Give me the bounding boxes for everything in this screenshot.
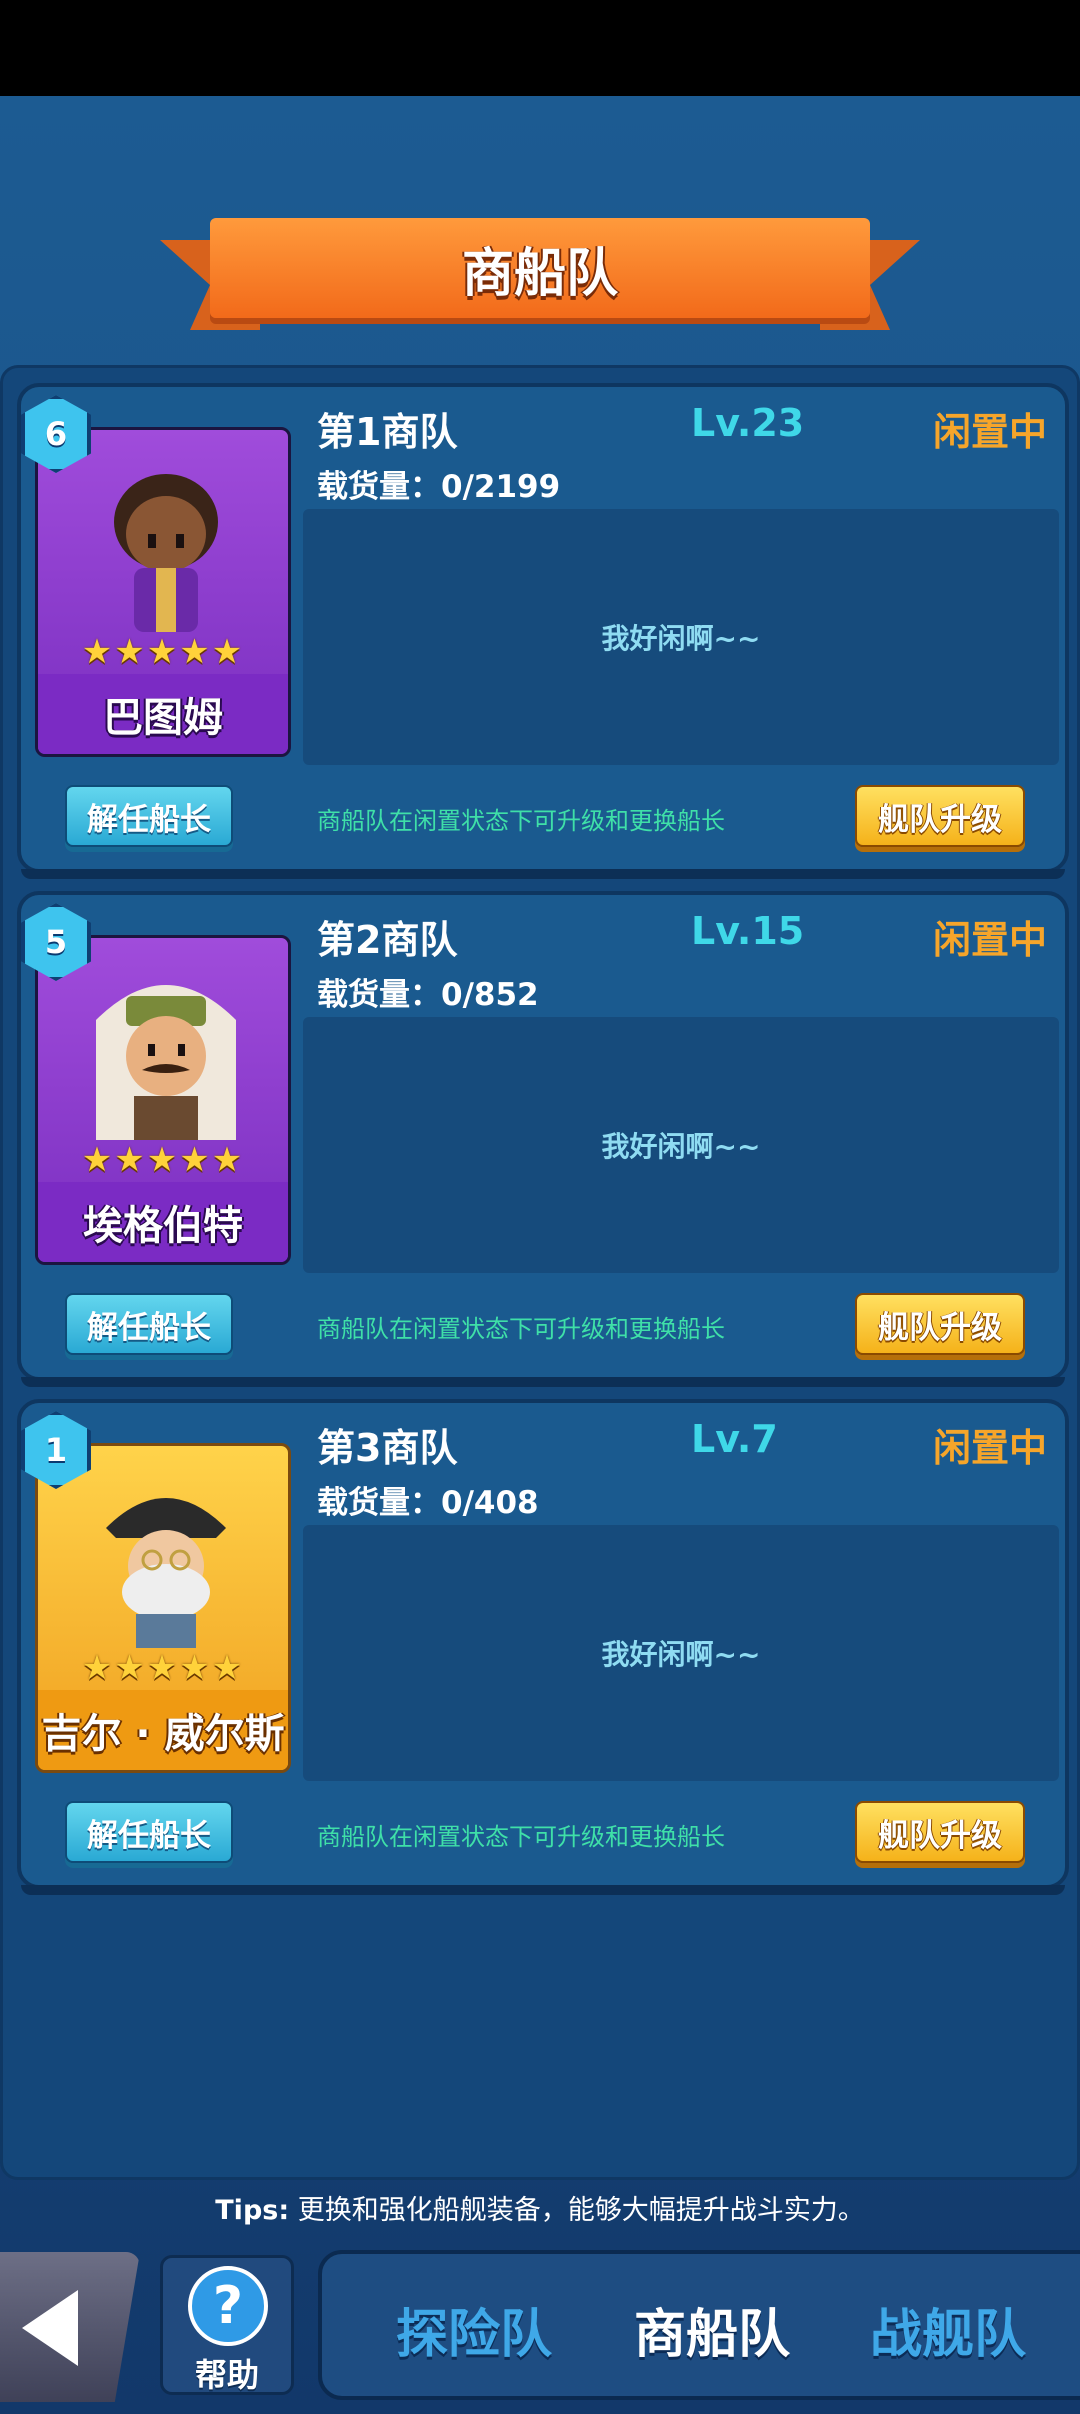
cargo-capacity: 载货量：0/408	[317, 1485, 539, 1521]
fleet-tab-bar: 探险队 商船队 战舰队	[318, 2250, 1080, 2400]
captain-avatar-icon	[96, 985, 236, 1140]
idle-message-box: 我好闲啊~~	[303, 509, 1059, 765]
captain-stars: ★★★★★	[81, 632, 245, 672]
fleet-hint: 商船队在闲置状态下可升级和更换船长	[317, 1315, 725, 1343]
fleet-card-3: ★★★★★ 吉尔 · 威尔斯 1 第3商队 Lv.7 闲置中 载货量：0/408…	[17, 1399, 1069, 1895]
fleet-card-2: ★★★★★ 埃格伯特 5 第2商队 Lv.15 闲置中 载货量：0/852 我好…	[17, 891, 1069, 1387]
idle-message-box: 我好闲啊~~	[303, 1017, 1059, 1273]
page-title: 商船队	[461, 243, 618, 304]
tips-text: 更换和强化船舰装备，能够大幅提升战斗实力。	[297, 2195, 865, 2226]
captain-name: 巴图姆	[38, 674, 288, 754]
captain-name: 埃格伯特	[38, 1182, 288, 1262]
fleet-name: 第1商队	[317, 410, 458, 454]
fleet-status: 闲置中	[932, 410, 1047, 454]
help-button[interactable]: ? 帮助	[160, 2255, 294, 2395]
fleet-status: 闲置中	[932, 918, 1047, 962]
fleet-hint: 商船队在闲置状态下可升级和更换船长	[317, 807, 725, 835]
captain-stars: ★★★★★	[81, 1648, 245, 1688]
fleet-hint: 商船队在闲置状态下可升级和更换船长	[317, 1823, 725, 1851]
fleet-name: 第2商队	[317, 918, 458, 962]
idle-message: 我好闲啊~~	[601, 622, 761, 655]
banner-main: 商船队	[210, 218, 870, 318]
tab-merchant-fleet[interactable]: 商船队	[634, 2292, 790, 2367]
cargo-capacity: 载货量：0/2199	[317, 469, 561, 505]
captain-name: 吉尔 · 威尔斯	[38, 1690, 288, 1770]
fleet-status: 闲置中	[932, 1426, 1047, 1470]
help-question-icon: ?	[188, 2266, 268, 2346]
dismiss-captain-button[interactable]: 解任船长	[65, 1801, 233, 1863]
idle-message-box: 我好闲啊~~	[303, 1525, 1059, 1781]
captain-portrait[interactable]: ★★★★★ 埃格伯特	[35, 935, 291, 1265]
captain-stars: ★★★★★	[81, 1140, 245, 1180]
idle-message: 我好闲啊~~	[601, 1130, 761, 1163]
tab-warship-fleet[interactable]: 战舰队	[870, 2292, 1026, 2367]
tips-prefix: Tips:	[215, 2195, 290, 2226]
captain-avatar-icon	[106, 1498, 226, 1648]
fleet-upgrade-button[interactable]: 舰队升级	[855, 1293, 1025, 1355]
status-bar	[0, 0, 1080, 96]
fleet-name: 第3商队	[317, 1426, 458, 1470]
captain-portrait[interactable]: ★★★★★ 吉尔 · 威尔斯	[35, 1443, 291, 1773]
fleet-level: Lv.23	[691, 401, 805, 445]
idle-message: 我好闲啊~~	[601, 1638, 761, 1671]
dismiss-captain-button[interactable]: 解任船长	[65, 785, 233, 847]
fleet-upgrade-button[interactable]: 舰队升级	[855, 1801, 1025, 1863]
fleet-card-1: ★★★★★ 巴图姆 6 第1商队 Lv.23 闲置中 载货量：0/2199 我好…	[17, 383, 1069, 879]
title-banner: 商船队	[160, 210, 920, 330]
tab-expedition[interactable]: 探险队	[396, 2292, 552, 2367]
dismiss-captain-button[interactable]: 解任船长	[65, 1293, 233, 1355]
fleet-list-panel: ★★★★★ 巴图姆 6 第1商队 Lv.23 闲置中 载货量：0/2199 我好…	[0, 365, 1080, 2180]
fleet-upgrade-button[interactable]: 舰队升级	[855, 785, 1025, 847]
fleet-level: Lv.7	[691, 1417, 778, 1461]
fleet-level: Lv.15	[691, 909, 805, 953]
captain-portrait[interactable]: ★★★★★ 巴图姆	[35, 427, 291, 757]
captain-avatar-icon	[114, 474, 218, 632]
cargo-capacity: 载货量：0/852	[317, 977, 539, 1013]
tips-bar: Tips: 更换和强化船舰装备，能够大幅提升战斗实力。	[0, 2188, 1080, 2227]
back-arrow-icon	[22, 2290, 78, 2366]
help-label: 帮助	[194, 2356, 259, 2394]
